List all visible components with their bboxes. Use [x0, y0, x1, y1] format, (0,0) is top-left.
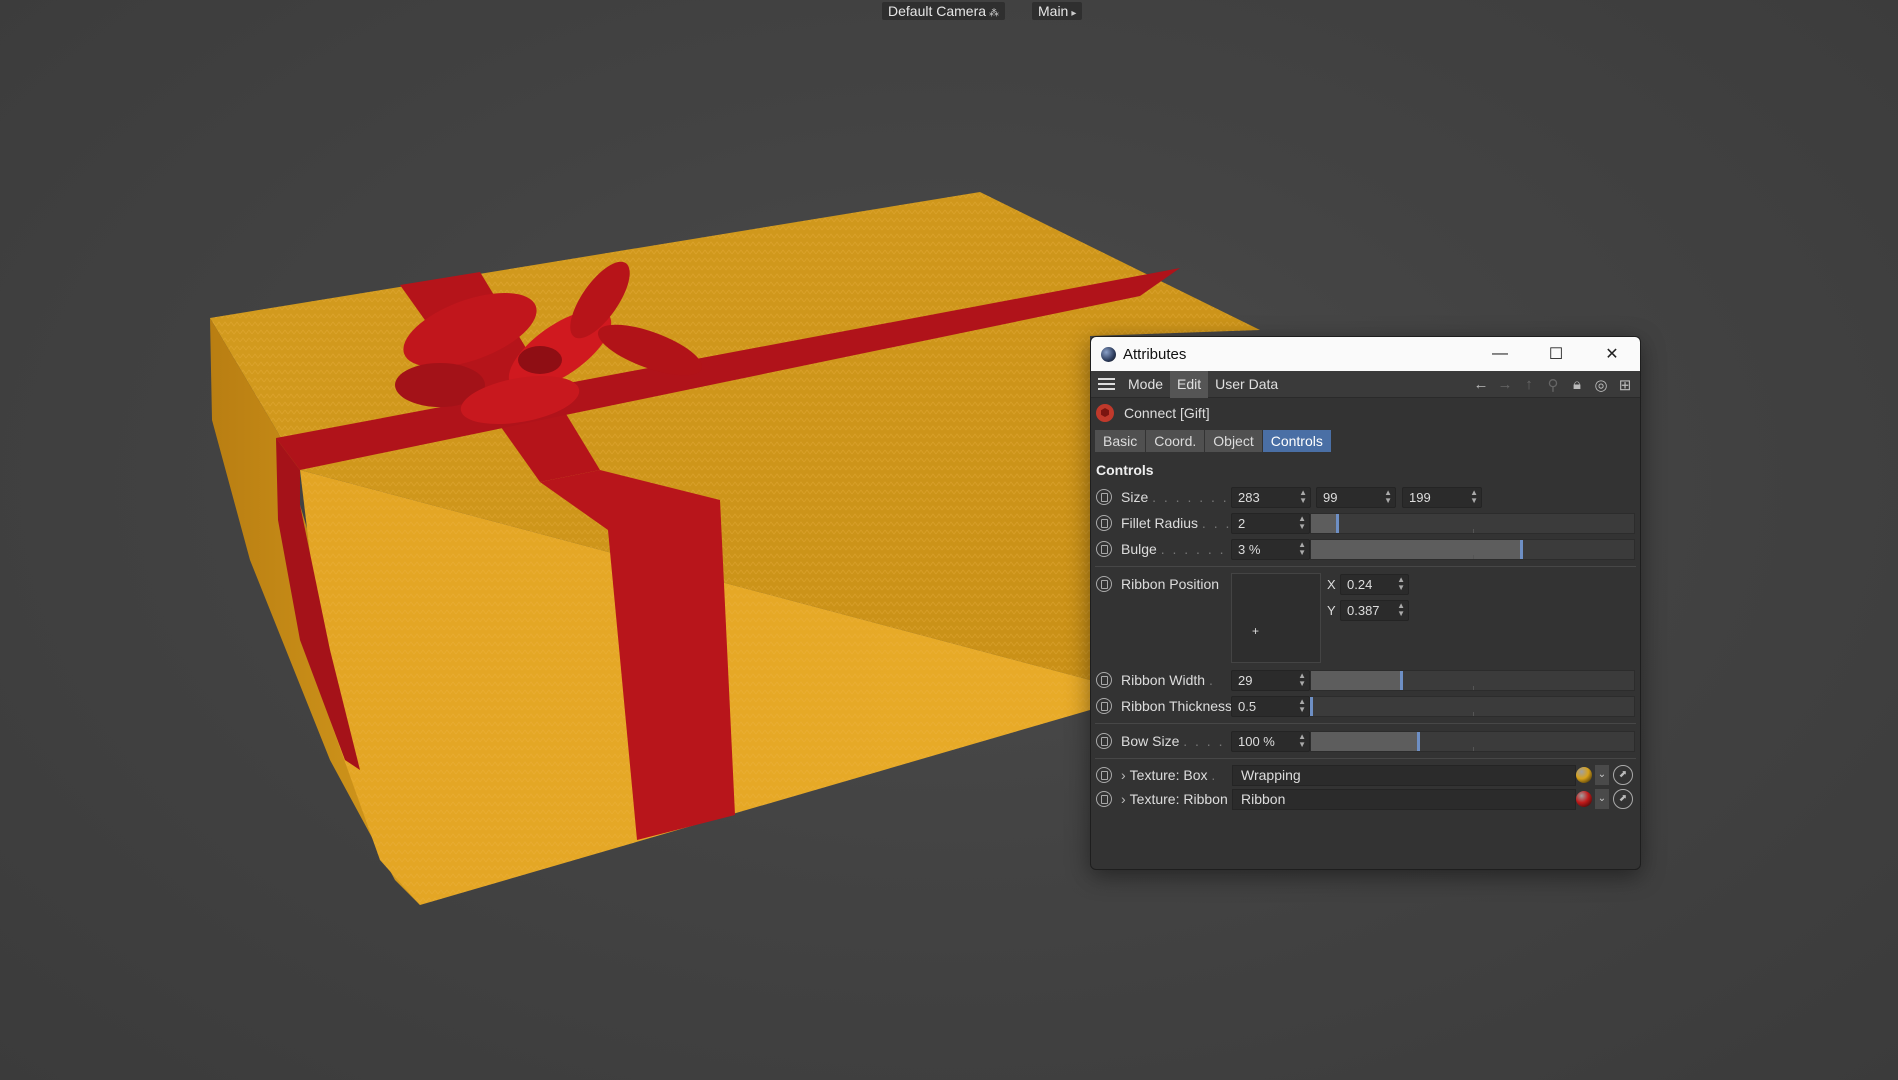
ribbon-position-2d-pad[interactable]: + [1231, 573, 1321, 663]
divider [1095, 566, 1636, 567]
keyframe-icon[interactable] [1096, 698, 1112, 714]
material-ball-wrapping-icon [1576, 767, 1592, 783]
tab-object[interactable]: Object [1205, 430, 1262, 452]
size-label: Size . . . . . . . [1121, 489, 1229, 505]
section-title: Controls [1096, 462, 1154, 478]
ribbon-thickness-row: Ribbon Thickness 0.5 ▲ ▼ [1091, 693, 1640, 719]
texture-ribbon-field[interactable]: Ribbon [1232, 788, 1576, 810]
menu-bar: Mode Edit User Data ← → ↑ ⚲ 🔒︎ ◎ ⊞ [1091, 370, 1640, 398]
target-icon[interactable]: ◎ [1592, 376, 1610, 394]
bow-size-field[interactable]: 100 % ▲ ▼ [1231, 730, 1310, 752]
material-ball-ribbon-icon [1576, 791, 1592, 807]
attribute-tabs: Basic Coord. Object Controls [1091, 428, 1640, 454]
divider [1095, 758, 1636, 759]
tab-controls[interactable]: Controls [1262, 430, 1331, 452]
texture-box-dropdown[interactable]: ⌄ [1595, 765, 1609, 785]
object-header: Connect [Gift] [1091, 398, 1640, 428]
bulge-label: Bulge . . . . . . [1121, 541, 1226, 557]
camera-label-text: Default Camera [888, 3, 987, 19]
bulge-slider[interactable] [1310, 538, 1635, 560]
texture-ribbon-picker-icon[interactable]: ⬈ [1613, 789, 1633, 809]
keyframe-icon[interactable] [1096, 733, 1112, 749]
up-arrow-icon[interactable]: ↑ [1520, 376, 1538, 393]
ribbon-width-slider[interactable] [1310, 669, 1635, 691]
menu-edit[interactable]: Edit [1170, 370, 1209, 398]
window-titlebar[interactable]: Attributes — ☐ ✕ [1091, 337, 1640, 371]
bow-size-row: Bow Size . . . . 100 % ▲ ▼ [1091, 728, 1640, 754]
lock-icon[interactable]: 🔒︎ [1568, 376, 1586, 393]
fillet-radius-row: Fillet Radius . . . 2 ▲ ▼ [1091, 510, 1640, 536]
bulge-field[interactable]: 3 % ▲ ▼ [1231, 538, 1310, 560]
object-cube-icon [1096, 404, 1114, 422]
camera-icon: ⁂ [989, 8, 1000, 19]
ribbon-width-label: Ribbon Width . [1121, 672, 1215, 688]
texture-box-field[interactable]: Wrapping [1232, 764, 1576, 786]
object-name: Connect [Gift] [1124, 405, 1210, 421]
ribbon-position-label: Ribbon Position [1121, 576, 1220, 592]
search-icon[interactable]: ⚲ [1544, 376, 1562, 394]
fillet-radius-label: Fillet Radius . . . [1121, 515, 1232, 531]
bow-size-slider[interactable] [1310, 730, 1635, 752]
back-arrow-icon[interactable]: ← [1472, 376, 1490, 393]
size-x-field[interactable]: 283 ▲ ▼ [1231, 486, 1311, 508]
nav-icons: ← → ↑ ⚲ 🔒︎ ◎ ⊞ [1472, 371, 1634, 398]
view-label-text: Main [1038, 3, 1069, 19]
close-button[interactable]: ✕ [1584, 337, 1640, 371]
fillet-radius-field[interactable]: 2 ▲ ▼ [1231, 512, 1310, 534]
keyframe-icon[interactable] [1096, 489, 1112, 505]
ribbon-x-field[interactable]: 0.24 ▲ ▼ [1340, 574, 1409, 595]
size-z-field[interactable]: 199 ▲ ▼ [1402, 486, 1482, 508]
texture-box-label[interactable]: › Texture: Box . [1121, 767, 1217, 783]
texture-box-picker-icon[interactable]: ⬈ [1613, 765, 1633, 785]
fillet-radius-slider[interactable] [1310, 512, 1635, 534]
ribbon-y-field[interactable]: 0.387 ▲ ▼ [1340, 600, 1409, 621]
expand-chevron-icon[interactable]: › [1121, 791, 1126, 807]
hamburger-menu-icon[interactable] [1091, 378, 1121, 390]
view-label[interactable]: Main ▸ [1032, 2, 1083, 20]
ribbon-x-label: X [1327, 577, 1336, 592]
play-icon: ▸ [1071, 8, 1077, 19]
size-y-field[interactable]: 99 ▲ ▼ [1316, 486, 1396, 508]
tab-coord[interactable]: Coord. [1146, 430, 1205, 452]
forward-arrow-icon[interactable]: → [1496, 376, 1514, 393]
attributes-window: Attributes — ☐ ✕ Mode Edit User Data ← →… [1090, 336, 1641, 870]
keyframe-icon[interactable] [1096, 791, 1112, 807]
keyframe-icon[interactable] [1096, 541, 1112, 557]
bulge-row: Bulge . . . . . . 3 % ▲ ▼ [1091, 536, 1640, 562]
texture-box-row: › Texture: Box . Wrapping ⌄ ⬈ [1091, 763, 1640, 787]
camera-label[interactable]: Default Camera ⁂ [882, 2, 1006, 20]
ribbon-y-label: Y [1327, 603, 1336, 618]
texture-ribbon-row: › Texture: Ribbon Ribbon ⌄ ⬈ [1091, 787, 1640, 811]
ribbon-position-row: Ribbon Position + X 0.24 ▲ ▼ Y 0.387 ▲ ▼ [1091, 571, 1640, 667]
keyframe-icon[interactable] [1096, 767, 1112, 783]
window-title: Attributes [1123, 345, 1187, 363]
expand-chevron-icon[interactable]: › [1121, 767, 1126, 783]
size-row: Size . . . . . . . 283 ▲ ▼ 99 ▲ ▼ 199 ▲ ▼ [1091, 484, 1640, 510]
keyframe-icon[interactable] [1096, 576, 1112, 592]
menu-mode[interactable]: Mode [1121, 371, 1170, 398]
texture-ribbon-dropdown[interactable]: ⌄ [1595, 789, 1609, 809]
ribbon-thickness-slider[interactable] [1310, 695, 1635, 717]
new-window-icon[interactable]: ⊞ [1616, 376, 1634, 394]
keyframe-icon[interactable] [1096, 515, 1112, 531]
bow-size-label: Bow Size . . . . [1121, 733, 1225, 749]
ribbon-width-row: Ribbon Width . 29 ▲ ▼ [1091, 667, 1640, 693]
menu-user-data[interactable]: User Data [1208, 371, 1285, 398]
keyframe-icon[interactable] [1096, 672, 1112, 688]
minimize-button[interactable]: — [1472, 337, 1528, 371]
ribbon-width-field[interactable]: 29 ▲ ▼ [1231, 669, 1310, 691]
texture-ribbon-label[interactable]: › Texture: Ribbon [1121, 791, 1228, 807]
cinema4d-logo-icon [1101, 346, 1116, 362]
ribbon-thickness-field[interactable]: 0.5 ▲ ▼ [1231, 695, 1310, 717]
crosshair-icon: + [1252, 624, 1260, 638]
tab-basic[interactable]: Basic [1095, 430, 1146, 452]
divider [1095, 723, 1636, 724]
maximize-button[interactable]: ☐ [1528, 337, 1584, 371]
ribbon-thickness-label: Ribbon Thickness [1121, 698, 1233, 714]
